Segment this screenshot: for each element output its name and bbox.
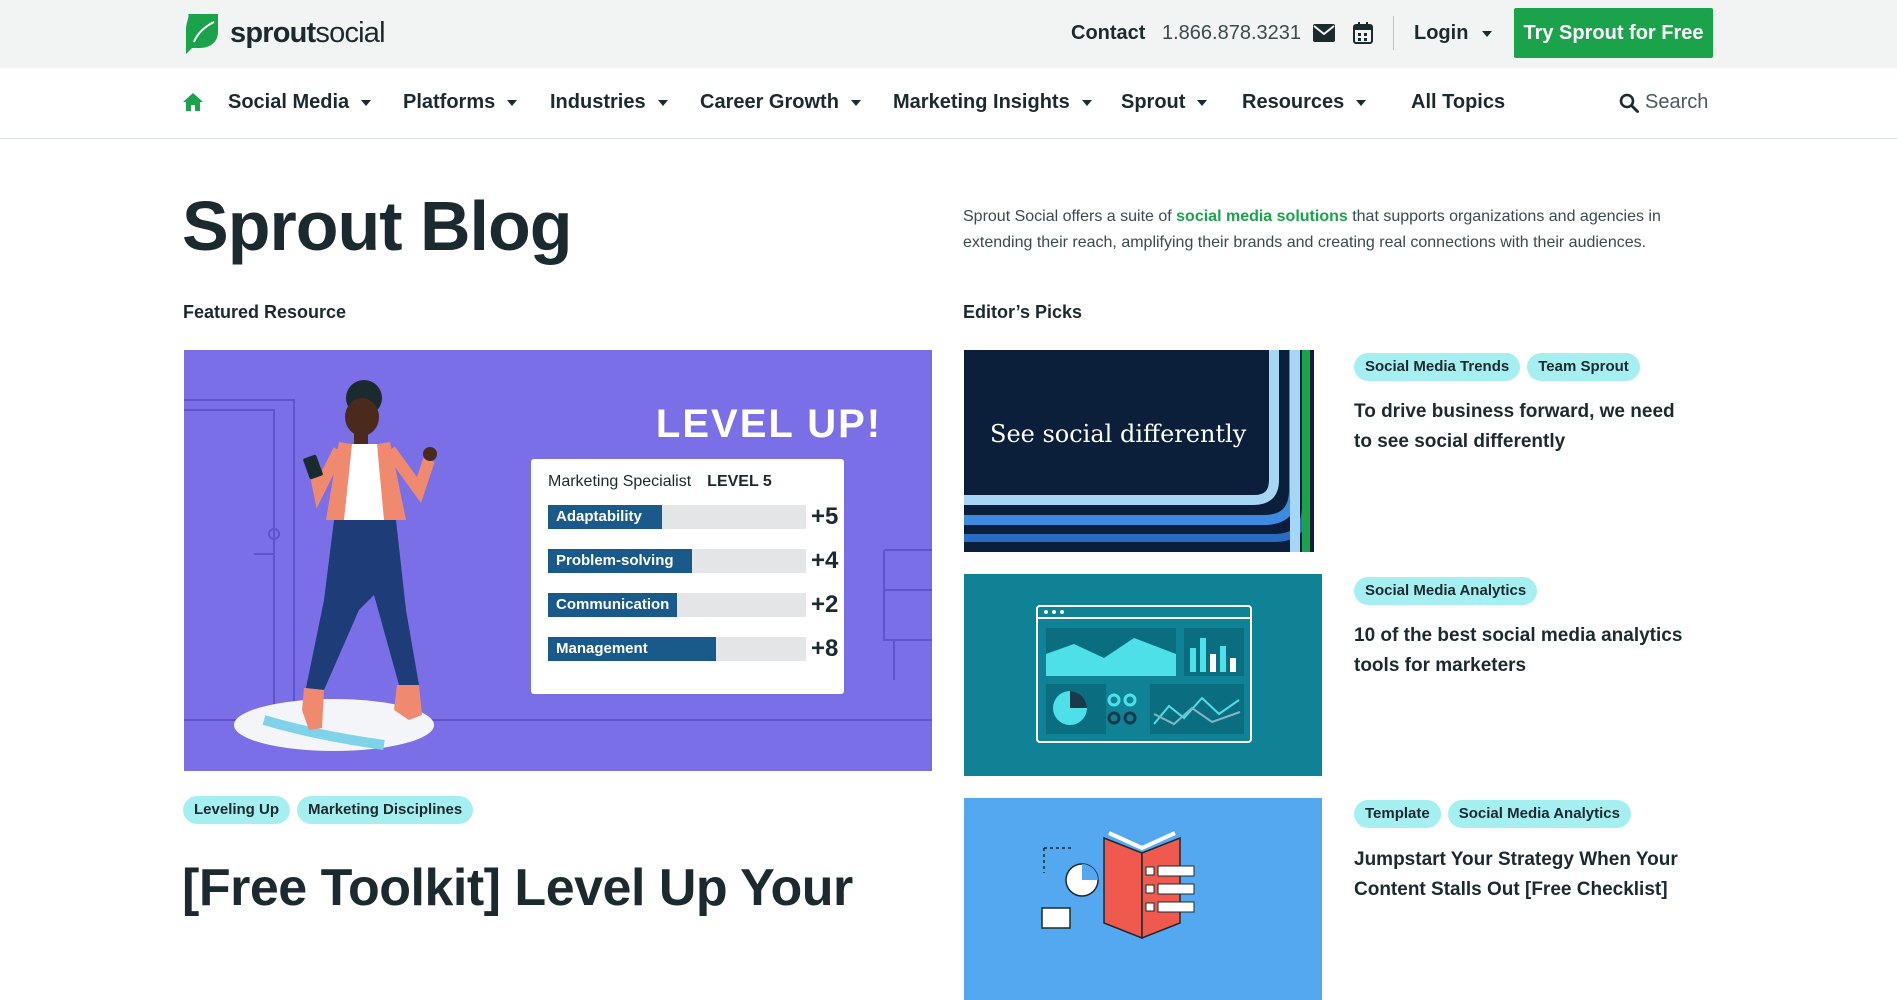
envelope-icon[interactable] [1313,24,1335,42]
nav-platforms[interactable]: Platforms [403,91,518,114]
nav-social-media[interactable]: Social Media [228,91,372,114]
see-social-illustration [964,350,1322,552]
editors-picks-label: Editor’s Picks [963,302,1083,322]
chevron-down-icon [1356,99,1367,106]
chevron-down-icon [850,99,861,106]
social-media-solutions-link[interactable]: social media solutions [1176,208,1348,225]
phone-link[interactable]: 1.866.878.3231 [1162,22,1301,45]
pick-title[interactable]: Jumpstart Your Strategy When Your Conten… [1354,845,1694,905]
skill-card: Marketing Specialist LEVEL 5 Adaptability… [531,459,844,694]
pick-tags: Template Social Media Analytics [1354,800,1638,828]
blog-intro: Sprout Social offers a suite of social m… [963,204,1683,256]
utility-bar: sproutsocial Contact 1.866.878.3231 Logi… [0,0,1897,68]
tag-template[interactable]: Template [1354,800,1441,828]
skill-score: +4 [811,547,839,574]
contact-link[interactable]: Contact [1071,22,1145,45]
chevron-down-icon [507,99,518,106]
featured-tags: Leveling Up Marketing Disciplines [183,796,480,824]
skill-score: +8 [811,635,839,662]
sprout-social-logo[interactable]: sproutsocial [184,12,386,54]
skill-name: Communication [556,596,670,613]
nav-label: All Topics [1411,91,1506,113]
chevron-down-icon [1081,99,1092,106]
chevron-down-icon [657,99,668,106]
search-icon [1619,93,1639,113]
nav-label: Social Media [228,91,350,113]
nav-industries[interactable]: Industries [550,91,668,114]
pick-tags: Social Media Trends Team Sprout [1354,353,1647,381]
skill-name: Problem-solving [556,552,674,569]
pick-image-checklist[interactable] [964,798,1322,1000]
nav-label: Resources [1242,91,1345,113]
page-title: Sprout Blog [182,187,572,265]
featured-resource-label: Featured Resource [183,302,347,322]
nav-label: Platforms [403,91,496,113]
nav-label: Sprout [1121,91,1186,113]
pick-image-analytics[interactable] [964,574,1322,776]
tag-marketing-disciplines[interactable]: Marketing Disciplines [297,796,474,824]
skill-row: Problem-solving +4 [548,547,839,574]
skill-card-header: Marketing Specialist LEVEL 5 [548,473,772,491]
featured-article-title[interactable]: [Free Toolkit] Level Up Your [182,858,853,918]
home-icon[interactable] [183,93,203,111]
utility-divider [1393,16,1394,50]
nav-resources[interactable]: Resources [1242,91,1367,114]
try-free-button[interactable]: Try Sprout for Free [1514,8,1713,58]
nav-label: Marketing Insights [893,91,1070,113]
skill-name: Adaptability [556,508,642,525]
pick-image-see-social[interactable]: See social differently [964,350,1322,552]
pick-image-caption: See social differently [990,420,1247,448]
skill-row: Adaptability +5 [548,503,839,530]
tag-leveling-up[interactable]: Leveling Up [183,796,291,824]
login-label: Login [1414,22,1469,44]
nav-sprout[interactable]: Sprout [1121,91,1208,114]
main-nav: Social Media Platforms Industries Career… [0,68,1897,139]
login-dropdown[interactable]: Login [1414,22,1493,45]
tag-team-sprout[interactable]: Team Sprout [1527,353,1640,381]
checklist-book-illustration [1041,831,1195,940]
logo-wordmark: sproutsocial [230,16,386,49]
pick-title[interactable]: 10 of the best social media analytics to… [1354,621,1694,681]
skill-name: Management [556,640,648,657]
pick-tags: Social Media Analytics [1354,577,1544,605]
nav-career-growth[interactable]: Career Growth [700,91,861,114]
search-button[interactable]: Search [1619,91,1708,114]
intro-text: Sprout Social offers a suite of [963,208,1177,225]
tag-social-media-analytics[interactable]: Social Media Analytics [1447,800,1631,828]
tag-social-media-analytics[interactable]: Social Media Analytics [1354,577,1538,605]
nav-all-topics[interactable]: All Topics [1411,91,1505,114]
chevron-down-icon [361,99,372,106]
nav-marketing-insights[interactable]: Marketing Insights [893,91,1092,114]
nav-label: Career Growth [700,91,839,113]
analytics-dashboard-illustration [1036,605,1252,743]
level-up-headline: LEVEL UP! [655,402,883,446]
card-role: Marketing Specialist [548,473,692,490]
skill-score: +5 [811,503,839,530]
featured-image[interactable]: LEVEL UP! Marketing Specialist LEVEL 5 Ad… [184,350,932,771]
skill-row: Management +8 [548,635,839,662]
chevron-down-icon [1197,99,1208,106]
card-level: LEVEL 5 [707,473,772,490]
search-label: Search [1645,91,1709,113]
tag-social-media-trends[interactable]: Social Media Trends [1354,353,1521,381]
nav-label: Industries [550,91,646,113]
chevron-down-icon [1482,30,1493,37]
skill-row: Communication +2 [548,591,839,618]
skill-score: +2 [811,591,839,618]
calendar-icon[interactable] [1353,22,1373,44]
sprout-leaf-icon [186,14,218,54]
pick-title[interactable]: To drive business forward, we need to se… [1354,397,1694,457]
